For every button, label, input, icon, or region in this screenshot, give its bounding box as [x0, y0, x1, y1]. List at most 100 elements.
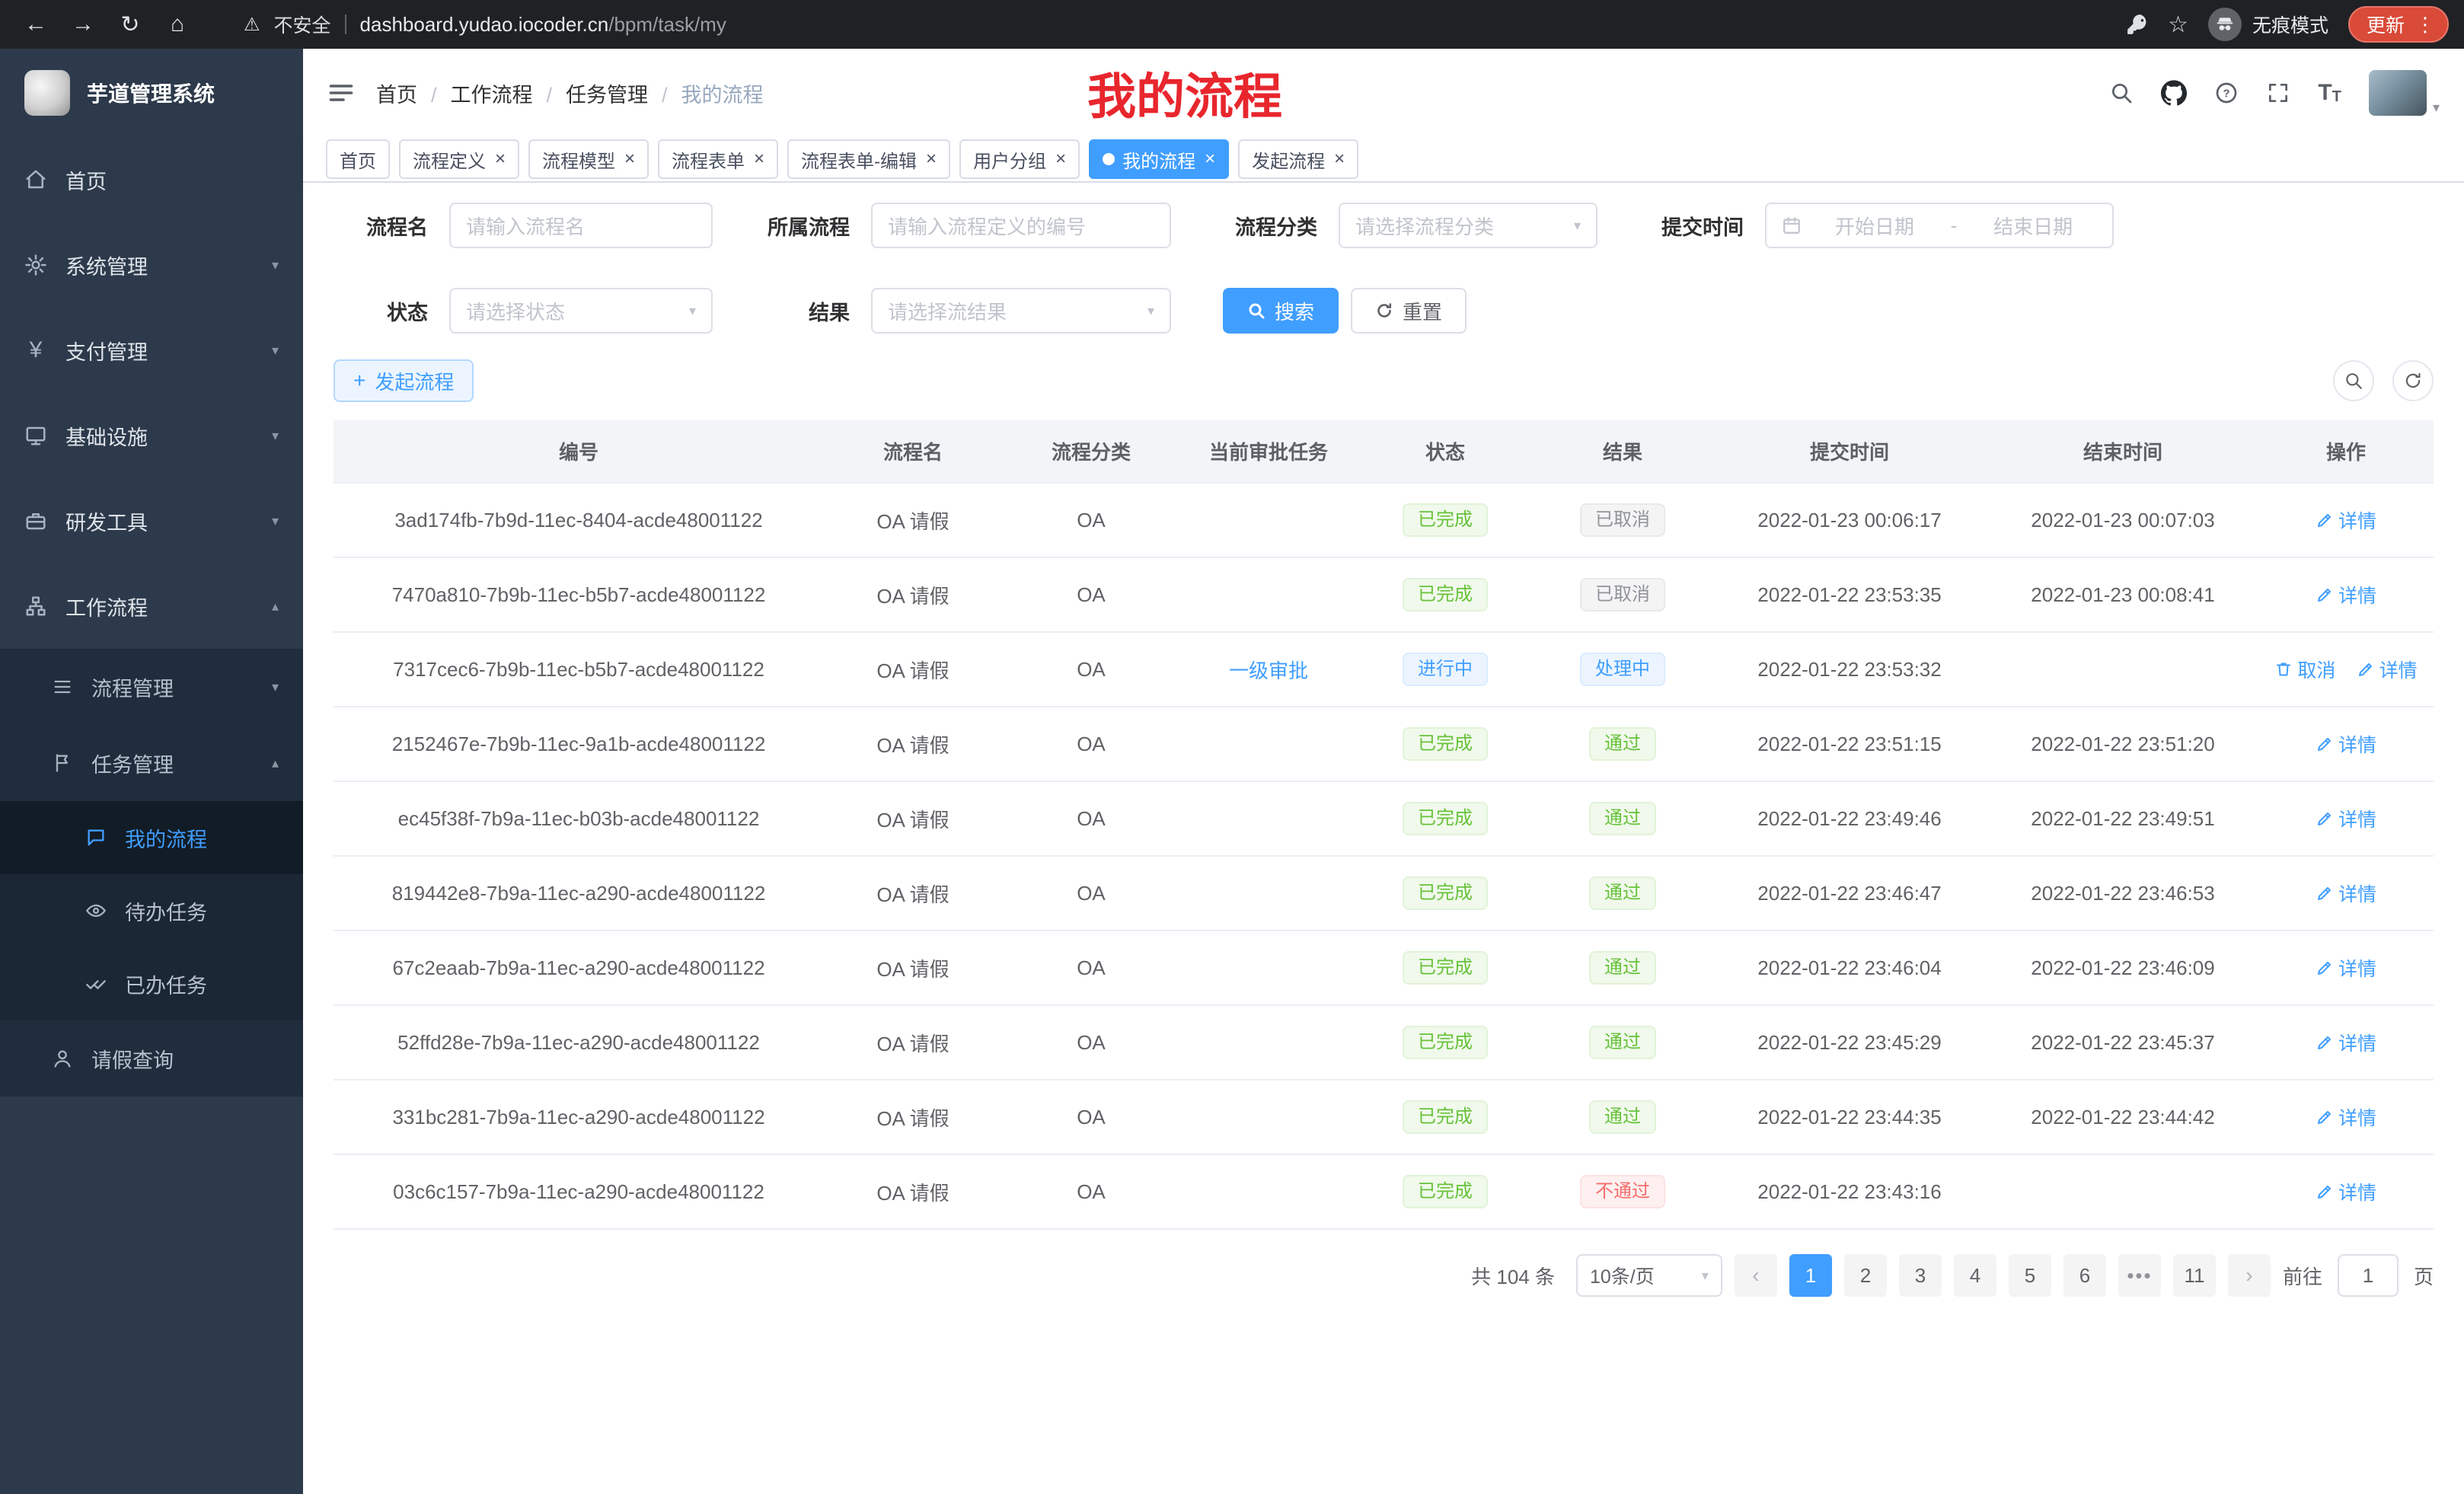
- submit-time-range-picker[interactable]: 开始日期 - 结束日期: [1765, 203, 2114, 248]
- help-icon[interactable]: ?: [2214, 81, 2239, 105]
- plus-icon: +: [353, 370, 365, 391]
- detail-link[interactable]: 详情: [2357, 656, 2418, 683]
- detail-link[interactable]: 详情: [2316, 730, 2376, 758]
- submit-time-label: 提交时间: [1637, 211, 1744, 241]
- forward-icon[interactable]: →: [62, 4, 104, 45]
- goto-page-input[interactable]: [2338, 1254, 2399, 1297]
- tab-close-icon[interactable]: ×: [1205, 150, 1215, 168]
- user-avatar[interactable]: [2369, 70, 2427, 116]
- toggle-search-icon[interactable]: [2333, 360, 2374, 401]
- password-key-icon[interactable]: [2127, 14, 2148, 35]
- next-page-button[interactable]: ›: [2228, 1254, 2271, 1297]
- filter-row-1: 流程名 请输入流程名 所属流程 请输入流程定义的编号 流程分类 请选择流程分类 …: [334, 201, 2434, 250]
- sidebar-item-process-management[interactable]: 流程管理 ▾: [0, 649, 303, 725]
- detail-link[interactable]: 详情: [2316, 879, 2376, 907]
- page-button[interactable]: 5: [2009, 1254, 2051, 1297]
- page-size-select[interactable]: 10条/页 ▾: [1576, 1254, 1722, 1297]
- result-badge: 已取消: [1580, 578, 1665, 611]
- tab-close-icon[interactable]: ×: [754, 150, 764, 168]
- search-icon[interactable]: [2109, 81, 2134, 105]
- page-button[interactable]: •••: [2118, 1254, 2161, 1297]
- detail-link[interactable]: 详情: [2316, 506, 2376, 534]
- detail-link[interactable]: 详情: [2316, 1029, 2376, 1056]
- sidebar-item-home[interactable]: 首页: [0, 137, 303, 222]
- search-button[interactable]: 搜索: [1223, 288, 1339, 334]
- tab-close-icon[interactable]: ×: [1055, 150, 1066, 168]
- back-icon[interactable]: ←: [15, 4, 56, 45]
- table-row: 67c2eaab-7b9a-11ec-a290-acde48001122 OA …: [334, 931, 2434, 1005]
- font-size-icon[interactable]: TT: [2318, 81, 2341, 104]
- result-select[interactable]: 请选择流结果 ▾: [871, 288, 1171, 334]
- cell-process-name: OA 请假: [824, 781, 1002, 856]
- tab-close-icon[interactable]: ×: [495, 150, 506, 168]
- cell-current-task: [1180, 557, 1357, 632]
- process-name-input[interactable]: 请输入流程名: [449, 203, 713, 248]
- page-button[interactable]: 3: [1899, 1254, 1942, 1297]
- detail-link[interactable]: 详情: [2316, 954, 2376, 982]
- task-link[interactable]: 一级审批: [1229, 659, 1308, 682]
- cell-category: OA: [1002, 931, 1180, 1005]
- view-tab[interactable]: 流程表单-编辑 ×: [787, 139, 950, 179]
- cancel-link[interactable]: 取消: [2274, 656, 2335, 683]
- detail-link[interactable]: 详情: [2316, 581, 2376, 608]
- reset-button[interactable]: 重置: [1351, 288, 1467, 334]
- category-select[interactable]: 请选择流程分类 ▾: [1339, 203, 1597, 248]
- sidebar-item-todo-tasks[interactable]: 待办任务: [0, 874, 303, 947]
- sidebar-item-workflow[interactable]: 工作流程 ▴: [0, 563, 303, 649]
- cell-submit-time: 2022-01-22 23:46:47: [1712, 856, 1987, 931]
- breadcrumb-item[interactable]: 我的流程: [648, 78, 764, 108]
- sidebar-item-system[interactable]: 系统管理 ▾: [0, 222, 303, 308]
- sidebar-item-payment[interactable]: ¥ 支付管理 ▾: [0, 308, 303, 393]
- cell-status: 已完成: [1357, 707, 1534, 781]
- tab-close-icon[interactable]: ×: [624, 150, 635, 168]
- result-badge: 不通过: [1580, 1175, 1665, 1208]
- breadcrumb-item[interactable]: 工作流程: [417, 78, 533, 108]
- status-select[interactable]: 请选择状态 ▾: [449, 288, 713, 334]
- detail-link[interactable]: 详情: [2316, 805, 2376, 832]
- github-icon[interactable]: [2161, 80, 2187, 106]
- page-button[interactable]: 1: [1789, 1254, 1832, 1297]
- view-tab[interactable]: 用户分组 ×: [959, 139, 1080, 179]
- page-button[interactable]: 11: [2173, 1254, 2216, 1297]
- reload-icon[interactable]: ↻: [110, 4, 151, 45]
- address-bar[interactable]: ⚠ 不安全 dashboard.yudao.iocoder.cn/bpm/tas…: [244, 11, 2121, 38]
- table-toolbar: + 发起流程: [334, 359, 2434, 402]
- fullscreen-icon[interactable]: [2266, 81, 2290, 105]
- home-icon[interactable]: ⌂: [157, 4, 198, 45]
- page-button[interactable]: 4: [1954, 1254, 1996, 1297]
- breadcrumb-item[interactable]: 任务管理: [533, 78, 649, 108]
- cell-category: OA: [1002, 632, 1180, 707]
- bookmark-star-icon[interactable]: ☆: [2168, 11, 2188, 38]
- cell-actions: 详情: [2258, 483, 2434, 557]
- page-button[interactable]: 2: [1844, 1254, 1887, 1297]
- tab-close-icon[interactable]: ×: [926, 150, 937, 168]
- view-tab[interactable]: 发起流程 ×: [1238, 139, 1358, 179]
- sidebar-item-infrastructure[interactable]: 基础设施 ▾: [0, 393, 303, 478]
- view-tab[interactable]: 首页: [326, 139, 390, 179]
- sidebar-item-my-process[interactable]: 我的流程: [0, 801, 303, 874]
- sidebar-toggle-icon[interactable]: [327, 79, 355, 107]
- refresh-table-icon[interactable]: [2392, 360, 2434, 401]
- sidebar-item-leave-query[interactable]: 请假查询: [0, 1020, 303, 1097]
- view-tab[interactable]: 流程表单 ×: [658, 139, 778, 179]
- breadcrumb-item[interactable]: 首页: [376, 78, 417, 108]
- view-tab[interactable]: 流程模型 ×: [528, 139, 649, 179]
- view-tab[interactable]: 流程定义 ×: [399, 139, 519, 179]
- sidebar-item-devtools[interactable]: 研发工具 ▾: [0, 478, 303, 563]
- detail-link[interactable]: 详情: [2316, 1103, 2376, 1131]
- cell-process-name: OA 请假: [824, 632, 1002, 707]
- user-menu[interactable]: ▾: [2369, 70, 2440, 116]
- cell-category: OA: [1002, 1080, 1180, 1154]
- tab-close-icon[interactable]: ×: [1334, 150, 1345, 168]
- sidebar-item-task-management[interactable]: 任务管理 ▴: [0, 725, 303, 801]
- view-tab[interactable]: 我的流程 ×: [1089, 139, 1229, 179]
- create-process-button[interactable]: + 发起流程: [334, 359, 474, 402]
- page-button[interactable]: 6: [2063, 1254, 2106, 1297]
- chevron-down-icon: ▾: [1574, 218, 1581, 234]
- process-definition-input[interactable]: 请输入流程定义的编号: [871, 203, 1171, 248]
- sidebar-item-done-tasks[interactable]: 已办任务: [0, 947, 303, 1020]
- menu-kebab-icon[interactable]: ⋮: [2415, 13, 2435, 37]
- prev-page-button[interactable]: ‹: [1735, 1254, 1777, 1297]
- update-button[interactable]: 更新 ⋮: [2348, 6, 2449, 43]
- detail-link[interactable]: 详情: [2316, 1178, 2376, 1205]
